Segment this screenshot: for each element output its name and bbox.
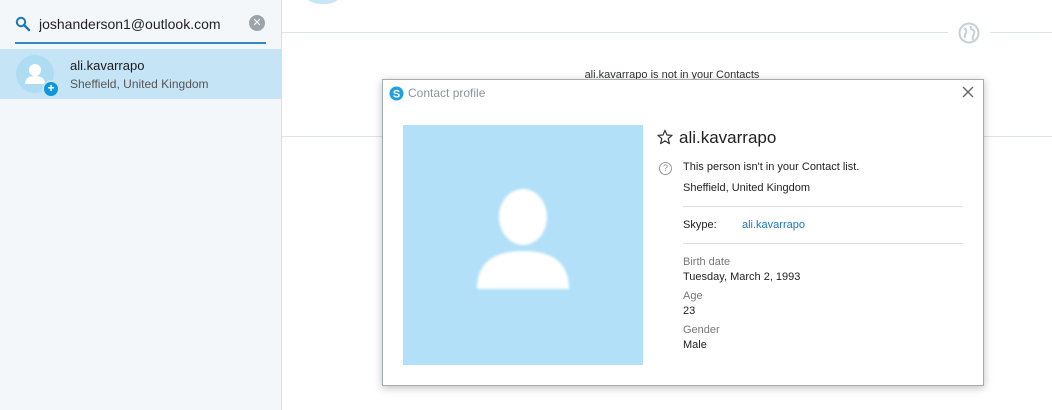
contact-location: Sheffield, United Kingdom — [683, 182, 810, 194]
add-contact-icon: + — [42, 80, 60, 98]
birth-date-value: Tuesday, March 2, 1993 — [683, 271, 801, 283]
search-input[interactable] — [39, 13, 239, 35]
age-value: 23 — [683, 305, 696, 317]
result-location: Sheffield, United Kingdom — [70, 77, 209, 91]
birth-date-label: Birth date — [683, 256, 731, 268]
avatar-partial — [300, 0, 346, 4]
profile-photo — [403, 125, 643, 365]
search-box: ✕ — [15, 8, 266, 44]
clear-search-icon[interactable]: ✕ — [249, 15, 265, 31]
contact-profile-dialog: S Contact profile ali.kavarrapo ? This p… — [382, 79, 984, 386]
gender-label: Gender — [683, 324, 720, 336]
contact-display-name: ali.kavarrapo — [679, 128, 777, 147]
skype-label: Skype: — [683, 219, 717, 231]
divider — [990, 32, 1052, 33]
result-name: ali.kavarrapo — [70, 58, 145, 73]
dialog-title: Contact profile — [408, 86, 486, 100]
skype-logo-icon: S — [389, 86, 404, 101]
not-in-contacts-text: This person isn't in your Contact list. — [683, 161, 860, 173]
divider — [683, 243, 963, 244]
default-avatar-icon — [477, 189, 569, 289]
divider — [683, 206, 963, 207]
globe-icon[interactable] — [958, 22, 980, 44]
favorite-star-icon[interactable] — [657, 129, 673, 145]
close-icon[interactable] — [961, 85, 975, 99]
svg-text:S: S — [393, 88, 400, 100]
search-result-item[interactable]: + ali.kavarrapo Sheffield, United Kingdo… — [0, 49, 281, 99]
gender-value: Male — [683, 339, 707, 351]
divider — [282, 32, 948, 33]
skype-name-link[interactable]: ali.kavarrapo — [742, 219, 805, 231]
age-label: Age — [683, 290, 703, 302]
help-icon: ? — [659, 162, 672, 175]
search-icon — [15, 16, 31, 32]
sidebar: ✕ + ali.kavarrapo Sheffield, United King… — [0, 0, 282, 410]
